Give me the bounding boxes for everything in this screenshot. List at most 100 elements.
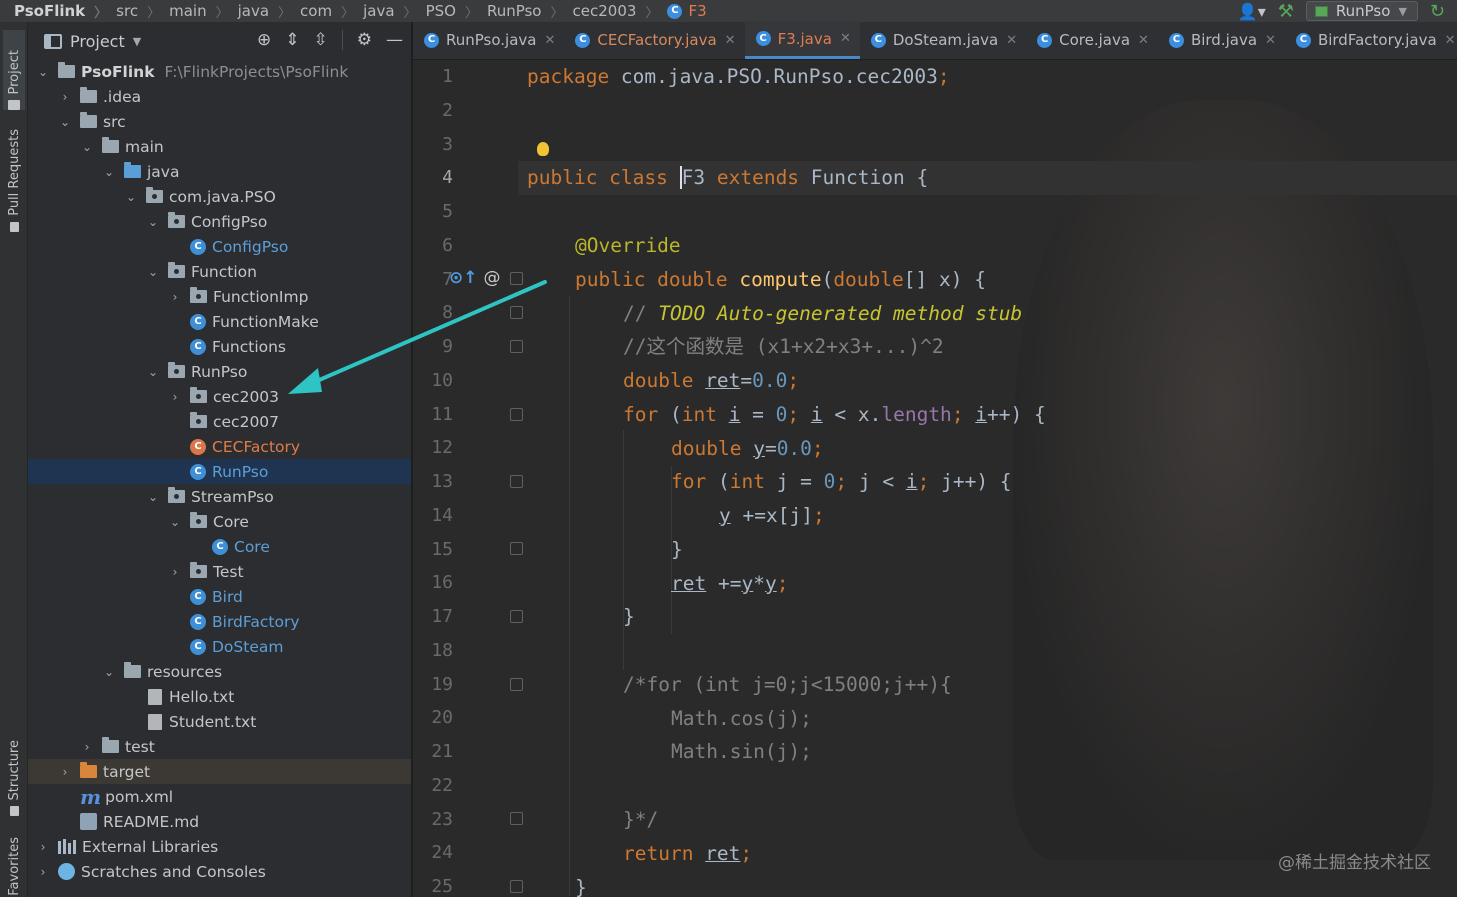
chevron-down-icon[interactable]: ⌄: [124, 190, 138, 204]
tree-item[interactable]: › External Libraries: [28, 834, 411, 859]
chevron-right-icon[interactable]: ›: [168, 565, 182, 579]
editor-tab[interactable]: C RunPso.java ✕: [413, 21, 564, 59]
fold-icon[interactable]: [510, 475, 523, 488]
tree-item[interactable]: README.md: [28, 809, 411, 834]
fold-icon[interactable]: [510, 272, 523, 285]
tree-item[interactable]: ⌄ Core: [28, 509, 411, 534]
close-icon[interactable]: ✕: [1006, 33, 1017, 48]
refresh-icon[interactable]: ↻: [1430, 1, 1445, 22]
tool-tab-structure[interactable]: Structure: [3, 730, 25, 816]
minimize-icon[interactable]: —: [386, 30, 403, 50]
user-icon[interactable]: 👤▾: [1238, 2, 1266, 21]
chevron-down-icon[interactable]: ⌄: [146, 490, 160, 504]
breadcrumb-item[interactable]: java 〉: [238, 2, 300, 21]
tree-item[interactable]: ⌄ src: [28, 109, 411, 134]
close-icon[interactable]: ✕: [544, 33, 555, 48]
tree-item[interactable]: ⌄ Function: [28, 259, 411, 284]
tree-item[interactable]: › target: [28, 759, 411, 784]
breadcrumb-item[interactable]: PsoFlink 〉: [14, 2, 116, 21]
fold-icon[interactable]: [510, 678, 523, 691]
project-view-select[interactable]: Project: [70, 32, 125, 51]
fold-icon[interactable]: [510, 610, 523, 623]
tool-tab-favorites[interactable]: Favorites: [3, 832, 25, 896]
chevron-right-icon[interactable]: ›: [168, 290, 182, 304]
tree-item[interactable]: C CECFactory: [28, 434, 411, 459]
fold-icon[interactable]: [510, 812, 523, 825]
chevron-down-icon[interactable]: ⌄: [102, 665, 116, 679]
editor-tab[interactable]: C Core.java ✕: [1026, 21, 1158, 59]
tree-item[interactable]: Student.txt: [28, 709, 411, 734]
tree-item[interactable]: ⌄ java: [28, 159, 411, 184]
tree-item[interactable]: › FunctionImp: [28, 284, 411, 309]
editor-tab[interactable]: C CECFactory.java ✕: [564, 21, 744, 59]
tree-item[interactable]: › test: [28, 734, 411, 759]
chevron-right-icon[interactable]: ›: [80, 740, 94, 754]
close-icon[interactable]: ✕: [725, 33, 736, 48]
tree-item[interactable]: › cec2003: [28, 384, 411, 409]
breadcrumb-item-current[interactable]: C F3: [667, 2, 707, 20]
tree-item[interactable]: Hello.txt: [28, 684, 411, 709]
tree-item[interactable]: ⌄ resources: [28, 659, 411, 684]
chevron-down-icon[interactable]: ⌄: [102, 165, 116, 179]
run-config-select[interactable]: RunPso ▼: [1305, 1, 1418, 21]
tree-item[interactable]: C Bird: [28, 584, 411, 609]
editor-tab[interactable]: C DoSteam.java ✕: [860, 21, 1026, 59]
code-editor[interactable]: 1 2 3 4 5 6 7 8 9 10 11 12 13 14 15 16 17 18 19 20 21 22 23 24 2…: [413, 60, 1457, 897]
breadcrumb-item[interactable]: RunPso 〉: [487, 2, 573, 21]
breadcrumb-item[interactable]: PSO 〉: [426, 2, 487, 21]
breadcrumb-item[interactable]: main 〉: [169, 2, 238, 21]
chevron-down-icon[interactable]: ⌄: [36, 65, 50, 79]
collapse-all-icon[interactable]: ⇳: [314, 30, 328, 50]
tree-item[interactable]: ⌄ StreamPso: [28, 484, 411, 509]
fold-icon[interactable]: [510, 542, 523, 555]
tree-item[interactable]: C FunctionMake: [28, 309, 411, 334]
breadcrumb-item[interactable]: src 〉: [116, 2, 169, 21]
chevron-right-icon[interactable]: ›: [168, 390, 182, 404]
close-icon[interactable]: ✕: [840, 31, 851, 46]
chevron-down-icon[interactable]: ⌄: [58, 115, 72, 129]
tool-tab-project[interactable]: Project: [3, 30, 25, 110]
gear-icon[interactable]: ⚙: [357, 30, 372, 50]
tool-tab-pull-requests[interactable]: Pull Requests: [3, 122, 25, 232]
breadcrumb-item[interactable]: com 〉: [300, 2, 363, 21]
annotation-icon[interactable]: @: [484, 268, 501, 288]
fold-icon[interactable]: [510, 408, 523, 421]
tree-item[interactable]: ⌄ RunPso: [28, 359, 411, 384]
tree-item[interactable]: › Test: [28, 559, 411, 584]
tree-item[interactable]: › .idea: [28, 84, 411, 109]
breadcrumb-item[interactable]: cec2003 〉: [573, 2, 668, 21]
close-icon[interactable]: ✕: [1445, 33, 1456, 48]
lightbulb-icon[interactable]: [537, 142, 549, 156]
tree-item[interactable]: m pom.xml: [28, 784, 411, 809]
tree-item-selected[interactable]: C RunPso: [28, 459, 411, 484]
expand-all-icon[interactable]: ⇕: [285, 30, 299, 50]
fold-icon[interactable]: [510, 306, 523, 319]
close-icon[interactable]: ✕: [1138, 33, 1149, 48]
breadcrumb-item[interactable]: java 〉: [363, 2, 425, 21]
tree-item[interactable]: ⌄ com.java.PSO: [28, 184, 411, 209]
chevron-down-icon[interactable]: ⌄: [80, 140, 94, 154]
tree-item[interactable]: C Core: [28, 534, 411, 559]
build-hammer-icon[interactable]: ⚒: [1278, 1, 1294, 22]
chevron-right-icon[interactable]: ›: [36, 840, 50, 854]
chevron-down-icon[interactable]: ▼: [133, 35, 141, 48]
close-icon[interactable]: ✕: [1265, 33, 1276, 48]
override-method-icon[interactable]: ⊙↑: [449, 268, 478, 288]
editor-tab-active[interactable]: C F3.java ✕: [744, 21, 860, 59]
tree-item[interactable]: C ConfigPso: [28, 234, 411, 259]
tree-root[interactable]: ⌄ PsoFlink F:\FlinkProjects\PsoFlink: [28, 59, 411, 84]
chevron-down-icon[interactable]: ⌄: [146, 265, 160, 279]
tree-item[interactable]: › Scratches and Consoles: [28, 859, 411, 884]
chevron-right-icon[interactable]: ›: [58, 90, 72, 104]
locate-icon[interactable]: ⊕: [257, 30, 271, 50]
tree-item[interactable]: C Functions: [28, 334, 411, 359]
editor-tab[interactable]: C Bird.java ✕: [1158, 21, 1285, 59]
tree-item[interactable]: ⌄ ConfigPso: [28, 209, 411, 234]
chevron-right-icon[interactable]: ›: [58, 765, 72, 779]
tree-item[interactable]: ⌄ main: [28, 134, 411, 159]
tree-item[interactable]: C BirdFactory: [28, 609, 411, 634]
fold-icon[interactable]: [510, 880, 523, 893]
fold-icon[interactable]: [510, 340, 523, 353]
tree-item[interactable]: C DoSteam: [28, 634, 411, 659]
tree-item[interactable]: cec2007: [28, 409, 411, 434]
